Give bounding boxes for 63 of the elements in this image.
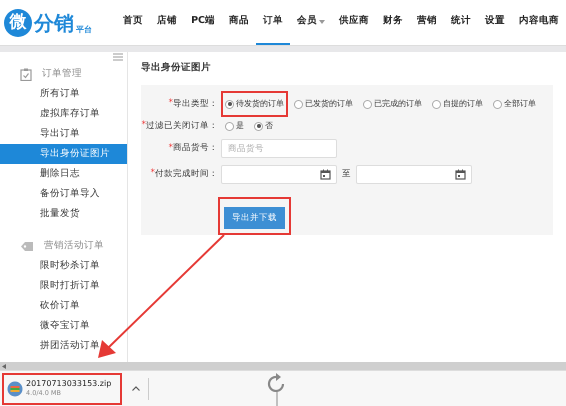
calendar-icon[interactable] — [320, 168, 331, 180]
sidebar-item[interactable]: 所有订单 — [0, 84, 127, 104]
radio-option[interactable]: 全部订单 — [489, 91, 540, 117]
range-separator: 至 — [342, 168, 351, 180]
archive-file-icon — [7, 380, 23, 396]
sidebar-item[interactable]: 删除日志 — [0, 164, 127, 184]
nav-tab[interactable]: 会员 — [290, 0, 332, 45]
sidebar-group-title: 营销活动订单 — [44, 238, 104, 253]
date-field[interactable] — [221, 164, 337, 184]
radio-button[interactable] — [225, 122, 234, 130]
sidebar-item[interactable]: 限时秒杀订单 — [0, 256, 127, 276]
nav-tab[interactable]: 内容电商 — [512, 0, 566, 45]
menu-icon[interactable] — [113, 53, 123, 61]
download-filename: 20170713033153.zip — [26, 380, 112, 388]
logo-subtitle: 平台 — [76, 24, 92, 36]
radio-option[interactable]: 已完成的订单 — [359, 91, 426, 117]
nav-tab[interactable]: 供应商 — [332, 0, 376, 45]
nav-tab[interactable]: 设置 — [478, 0, 512, 45]
sidebar-group-title: 订单管理 — [42, 66, 82, 81]
page-title: 导出身份证图片 — [141, 60, 212, 75]
sidebar-item[interactable]: 虚拟库存订单 — [0, 104, 127, 124]
sidebar-item[interactable]: 备份订单导入 — [0, 184, 127, 204]
required-marker: * — [168, 142, 173, 156]
tag-icon — [20, 240, 34, 252]
radio-button[interactable] — [254, 122, 263, 130]
radio-button[interactable] — [432, 100, 441, 108]
required-marker: * — [150, 167, 155, 180]
sidebar-item[interactable]: 砍价订单 — [0, 296, 127, 316]
radio-button[interactable] — [294, 100, 303, 108]
field-label: 付款完成时间： — [155, 168, 218, 180]
sidebar-item[interactable]: 导出订单 — [0, 124, 127, 144]
radio-button[interactable] — [363, 100, 372, 108]
radio-option[interactable]: 待发货的订单 — [221, 91, 288, 117]
field-label: 导出类型： — [173, 98, 218, 110]
field-label: 过滤已关闭订单： — [146, 120, 218, 132]
nav-tab[interactable]: 财务 — [376, 0, 410, 45]
nav-tab[interactable]: PC端 — [184, 0, 222, 45]
nav-tab[interactable]: 统计 — [444, 0, 478, 45]
calendar-icon[interactable] — [455, 168, 466, 180]
nav-tab[interactable]: 首页 — [116, 0, 150, 45]
logo-name: 分销 — [34, 10, 74, 36]
sidebar-item[interactable]: 限时打折订单 — [0, 276, 127, 296]
sidebar-item[interactable]: 微夺宝订单 — [0, 316, 127, 336]
nav-tab[interactable]: 店铺 — [150, 0, 184, 45]
nav-tab[interactable]: 商品 — [222, 0, 256, 45]
field-label: 商品货号： — [173, 142, 218, 156]
text-field[interactable]: 商品货号 — [221, 139, 337, 158]
horizontal-scrollbar[interactable] — [0, 362, 566, 370]
required-marker: * — [142, 119, 146, 132]
nav-tab[interactable]: 营销 — [410, 0, 444, 45]
sidebar-item[interactable]: 批量发货 — [0, 204, 127, 224]
radio-button[interactable] — [493, 100, 502, 108]
radio-option[interactable]: 已发货的订单 — [290, 91, 357, 117]
sidebar-item[interactable]: 导出身份证图片 — [0, 144, 127, 164]
sidebar-item[interactable]: 拼团活动订单 — [0, 336, 127, 356]
required-marker: * — [168, 97, 173, 110]
radio-button[interactable] — [225, 100, 234, 108]
date-field[interactable] — [356, 164, 472, 184]
logo-mark: 微 — [4, 8, 32, 36]
radio-option[interactable]: 自提的订单 — [428, 91, 487, 117]
clipboard-icon — [20, 68, 32, 80]
chevron-up-icon[interactable] — [132, 386, 140, 391]
scroll-left-icon[interactable] — [2, 364, 6, 368]
